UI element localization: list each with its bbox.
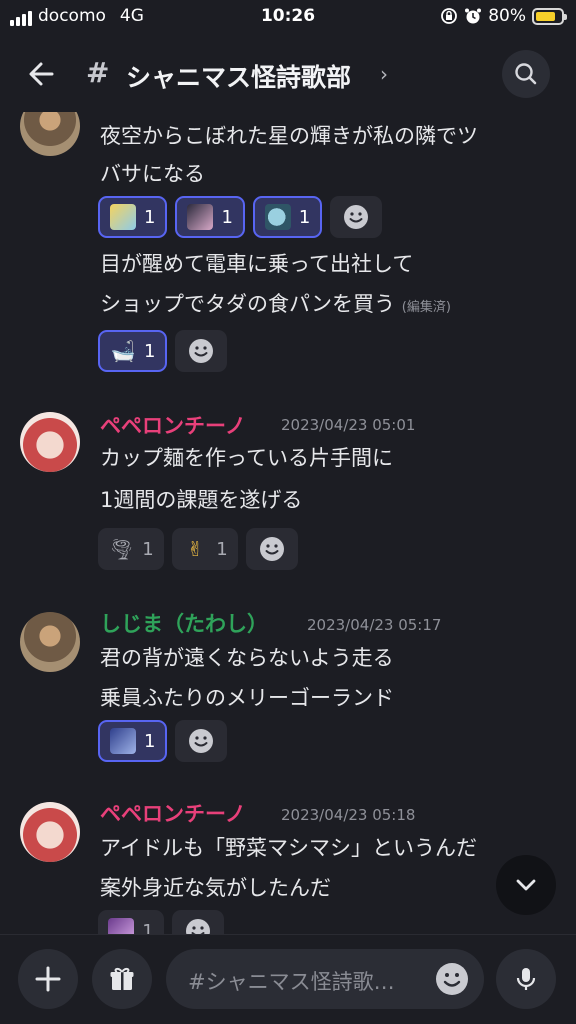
reaction-bar: 1 1 1 bbox=[98, 196, 383, 238]
reaction-bar: 🛁 1 bbox=[98, 330, 228, 372]
message-input-placeholder: #シャニマス怪詩歌… bbox=[188, 970, 395, 994]
message-text: 夜空からこぼれた星の輝きが私の隣でツ bbox=[100, 124, 478, 148]
reaction-chip[interactable]: 1 bbox=[175, 196, 245, 238]
jump-to-latest-button[interactable] bbox=[496, 855, 556, 915]
reaction-bar: 1 bbox=[98, 720, 228, 762]
smiley-add-icon bbox=[189, 339, 214, 363]
message-text: 目が醒めて電車に乗って出社して bbox=[100, 252, 414, 276]
add-attachment-button[interactable] bbox=[18, 949, 78, 1009]
smiley-add-icon bbox=[260, 537, 284, 561]
message-text: 乗員ふたりのメリーゴーランド bbox=[100, 686, 394, 710]
alarm-icon bbox=[465, 8, 482, 24]
message-text: ショップでタダの食パンを買う (編集済) bbox=[100, 288, 451, 318]
custom-emoji-icon bbox=[108, 918, 135, 934]
reaction-count: 1 bbox=[142, 920, 154, 935]
battery-percent: 80% bbox=[488, 6, 526, 26]
channel-hash-icon: # bbox=[86, 56, 110, 89]
reaction-count: 1 bbox=[142, 538, 154, 560]
add-reaction-button[interactable] bbox=[172, 910, 224, 934]
status-bar: docomo 4G 10:26 80% bbox=[0, 0, 576, 36]
add-reaction-button[interactable] bbox=[330, 196, 383, 238]
reaction-count: 1 bbox=[144, 730, 156, 752]
search-button[interactable] bbox=[502, 50, 550, 98]
edited-label: (編集済) bbox=[401, 300, 451, 315]
bathtub-emoji: 🛁 bbox=[110, 339, 136, 363]
reaction-chip[interactable]: 1 bbox=[98, 720, 168, 762]
voice-message-button[interactable] bbox=[496, 949, 556, 1009]
victory-hand-emoji: ✌ bbox=[186, 537, 204, 561]
battery-icon bbox=[532, 7, 567, 25]
add-reaction-button[interactable] bbox=[246, 528, 298, 570]
message-input[interactable]: #シャニマス怪詩歌… bbox=[166, 949, 484, 1009]
message-composer: #シャニマス怪詩歌… bbox=[0, 934, 576, 1024]
reaction-count: 1 bbox=[298, 206, 311, 228]
reaction-chip[interactable]: 1 bbox=[98, 196, 168, 238]
avatar[interactable] bbox=[20, 412, 80, 472]
microphone-icon bbox=[516, 968, 536, 990]
reaction-count: 1 bbox=[144, 206, 156, 228]
avatar[interactable] bbox=[20, 802, 80, 862]
tornado-emoji: 🌪 bbox=[108, 537, 134, 561]
message-text: カップ麺を作っている片手間に bbox=[100, 446, 393, 470]
add-reaction-button[interactable] bbox=[175, 330, 228, 372]
message-text: 君の背が遠くならないよう走る bbox=[100, 646, 394, 670]
message-list[interactable]: 夜空からこぼれた星の輝きが私の隣でツ バサになる 1 1 1 目が醒めて電車に乗… bbox=[0, 112, 576, 934]
avatar[interactable] bbox=[20, 612, 80, 672]
author-name[interactable]: しじま（たわし） bbox=[100, 608, 268, 638]
reaction-bar: 1 bbox=[98, 910, 224, 934]
back-button[interactable] bbox=[22, 54, 62, 94]
message-text: アイドルも「野菜マシマシ」というんだ bbox=[100, 836, 477, 860]
gift-button[interactable] bbox=[92, 949, 152, 1009]
custom-emoji-icon bbox=[110, 728, 136, 754]
message-text: 案外身近な気がしたんだ bbox=[100, 876, 331, 900]
chevron-down-icon bbox=[516, 879, 536, 891]
reaction-chip[interactable]: 1 bbox=[252, 196, 323, 238]
orientation-lock-icon bbox=[441, 8, 458, 24]
smiley-add-icon bbox=[186, 919, 210, 934]
custom-emoji-icon bbox=[110, 204, 136, 230]
reaction-chip[interactable]: ✌ 1 bbox=[172, 528, 238, 570]
author-name[interactable]: ペペロンチーノ bbox=[100, 410, 246, 440]
search-icon bbox=[515, 63, 537, 85]
arrow-left-icon bbox=[29, 62, 54, 86]
custom-emoji-icon bbox=[264, 204, 291, 230]
reaction-chip[interactable]: 🌪 1 bbox=[98, 528, 164, 570]
reaction-bar: 🌪 1 ✌ 1 bbox=[98, 528, 298, 570]
gift-icon bbox=[110, 967, 134, 990]
emoji-picker-icon[interactable] bbox=[434, 961, 470, 997]
author-name[interactable]: ペペロンチーノ bbox=[100, 798, 246, 828]
message-text-content: ショップでタダの食パンを買う bbox=[100, 292, 396, 316]
message-text: 1週間の課題を遂げる bbox=[100, 488, 303, 512]
message-timestamp: 2023/04/23 05:18 bbox=[281, 806, 416, 824]
message-timestamp: 2023/04/23 05:17 bbox=[307, 616, 442, 634]
reaction-chip[interactable]: 🛁 1 bbox=[98, 330, 168, 372]
channel-title[interactable]: シャニマス怪詩歌部 bbox=[126, 58, 351, 94]
reaction-count: 1 bbox=[144, 340, 156, 362]
channel-header: # シャニマス怪詩歌部 › bbox=[0, 36, 576, 112]
reaction-count: 1 bbox=[221, 206, 233, 228]
smiley-add-icon bbox=[344, 205, 369, 229]
custom-emoji-icon bbox=[187, 204, 214, 230]
message-text: バサになる bbox=[100, 162, 205, 186]
avatar[interactable] bbox=[20, 112, 80, 156]
chevron-right-icon[interactable]: › bbox=[380, 62, 388, 86]
reaction-chip[interactable]: 1 bbox=[98, 910, 164, 934]
message-timestamp: 2023/04/23 05:01 bbox=[281, 416, 416, 434]
plus-icon bbox=[35, 966, 61, 992]
reaction-count: 1 bbox=[216, 538, 228, 560]
add-reaction-button[interactable] bbox=[175, 720, 228, 762]
smiley-add-icon bbox=[189, 729, 214, 753]
status-right: 80% bbox=[440, 6, 567, 26]
